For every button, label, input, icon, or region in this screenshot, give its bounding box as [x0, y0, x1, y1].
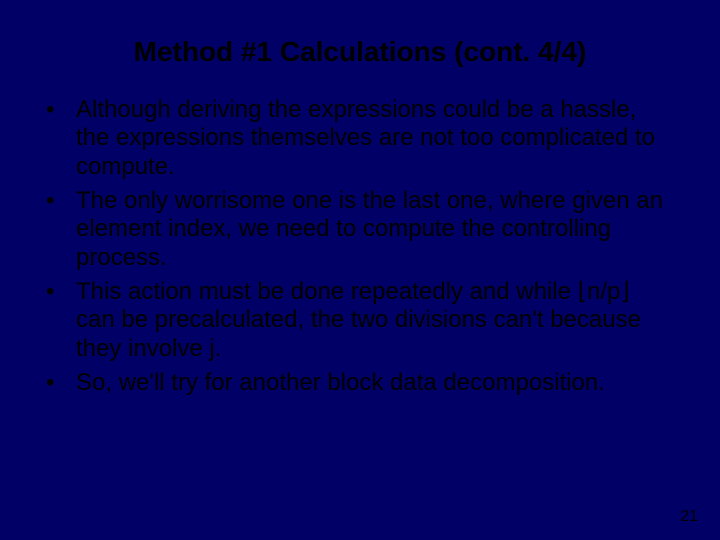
page-number: 21	[680, 508, 698, 526]
list-item: This action must be done repeatedly and …	[42, 278, 674, 363]
list-item: Although deriving the expressions could …	[42, 96, 674, 181]
bullet-list: Although deriving the expressions could …	[36, 96, 684, 397]
slide: Method #1 Calculations (cont. 4/4) Altho…	[0, 0, 720, 540]
list-item: The only worrisome one is the last one, …	[42, 187, 674, 272]
list-item: So, we'll try for another block data dec…	[42, 369, 674, 397]
slide-title: Method #1 Calculations (cont. 4/4)	[36, 36, 684, 68]
